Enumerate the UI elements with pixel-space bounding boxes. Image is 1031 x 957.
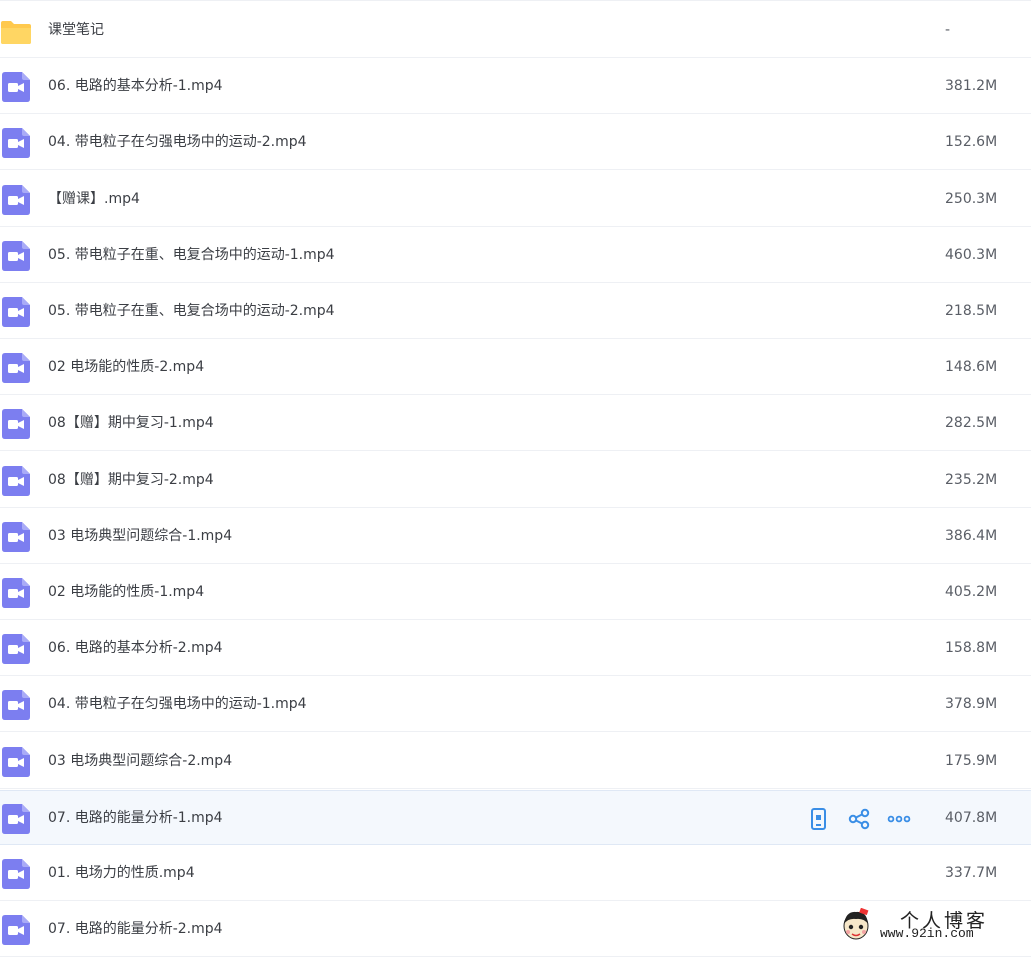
file-row[interactable]: 06. 电路的基本分析-2.mp4 158.8M <box>0 621 1031 677</box>
file-row[interactable]: 03 电场典型问题综合-2.mp4 175.9M <box>0 734 1031 789</box>
file-size: 282.5M <box>945 415 998 432</box>
video-file-icon <box>2 128 30 159</box>
video-file-icon <box>2 409 30 440</box>
file-name[interactable]: 课堂笔记 <box>48 3 104 58</box>
file-name[interactable]: 05. 带电粒子在重、电复合场中的运动-1.mp4 <box>48 228 335 283</box>
video-file-icon <box>2 297 30 327</box>
file-name[interactable]: 04. 带电粒子在匀强电场中的运动-1.mp4 <box>48 677 307 732</box>
file-size: 337.7M <box>945 865 998 881</box>
file-name[interactable]: 05. 带电粒子在重、电复合场中的运动-2.mp4 <box>48 284 335 339</box>
file-row[interactable]: 01. 电场力的性质.mp4 337.7M <box>0 846 1031 901</box>
video-file-icon <box>2 690 30 721</box>
file-size: 386.4M <box>945 527 998 544</box>
file-name[interactable]: 02 电场能的性质-1.mp4 <box>48 565 204 620</box>
share-icon[interactable] <box>846 806 872 832</box>
video-file-icon <box>2 915 30 946</box>
file-name[interactable]: 08【赠】期中复习-1.mp4 <box>48 396 214 451</box>
file-row[interactable]: 02 电场能的性质-1.mp4 405.2M <box>0 565 1031 620</box>
file-size: 381.2M <box>945 78 998 95</box>
video-file-icon <box>2 465 30 496</box>
video-file-icon <box>2 578 30 608</box>
file-name[interactable]: 07. 电路的能量分析-2.mp4 <box>48 902 223 957</box>
file-name[interactable]: 02 电场能的性质-2.mp4 <box>48 340 204 395</box>
video-file-icon <box>2 184 30 215</box>
video-file-icon <box>2 803 30 834</box>
file-row[interactable]: 02 电场能的性质-2.mp4 148.6M <box>0 340 1031 396</box>
file-row[interactable]: 【赠课】.mp4 250.3M <box>0 172 1031 227</box>
file-size: 235.2M <box>945 471 998 488</box>
file-row[interactable]: 04. 带电粒子在匀强电场中的运动-1.mp4 378.9M <box>0 677 1031 733</box>
file-name[interactable]: 08【赠】期中复习-2.mp4 <box>48 453 214 508</box>
video-file-icon <box>2 521 30 552</box>
file-name[interactable]: 01. 电场力的性质.mp4 <box>48 846 195 901</box>
folder-row[interactable]: 课堂笔记 - <box>0 3 1031 58</box>
file-size: 152.6M <box>945 134 998 151</box>
file-name[interactable]: 03 电场典型问题综合-2.mp4 <box>48 734 232 789</box>
file-size: 175.9M <box>945 752 998 769</box>
folder-icon <box>1 16 31 46</box>
video-file-icon <box>2 859 30 889</box>
video-file-icon <box>2 353 30 384</box>
file-name[interactable]: 06. 电路的基本分析-1.mp4 <box>48 59 223 114</box>
file-size: 460.3M <box>945 246 998 263</box>
file-row[interactable]: 07. 电路的能量分析-1.mp4 407.8M <box>0 789 1031 846</box>
file-size: 148.6M <box>945 359 998 376</box>
file-size: 407.8M <box>945 809 998 826</box>
file-name[interactable]: 03 电场典型问题综合-1.mp4 <box>48 509 232 564</box>
watermark-url: www.92in.com <box>880 926 974 941</box>
file-size: 378.9M <box>945 696 998 713</box>
file-row[interactable]: 08【赠】期中复习-1.mp4 282.5M <box>0 396 1031 452</box>
file-size: 250.3M <box>945 190 998 207</box>
file-row[interactable]: 06. 电路的基本分析-1.mp4 381.2M <box>0 59 1031 115</box>
file-row[interactable]: 08【赠】期中复习-2.mp4 235.2M <box>0 453 1031 508</box>
file-list: 课堂笔记 - 06. 电路的基本分析-1.mp4 381.2M 04. 带电粒子在匀强电… <box>0 0 1031 957</box>
more-icon[interactable] <box>886 806 912 832</box>
phone-icon[interactable] <box>806 806 832 832</box>
file-row[interactable]: 04. 带电粒子在匀强电场中的运动-2.mp4 152.6M <box>0 115 1031 171</box>
file-size: 405.2M <box>945 584 998 600</box>
video-file-icon <box>2 634 30 665</box>
file-name[interactable]: 06. 电路的基本分析-2.mp4 <box>48 621 223 676</box>
file-size: - <box>945 22 951 38</box>
watermark: 个人博客 www.92in.com <box>838 906 1028 944</box>
watermark-avatar-icon <box>843 908 869 940</box>
video-file-icon <box>2 240 30 271</box>
file-row[interactable]: 05. 带电粒子在重、电复合场中的运动-1.mp4 460.3M <box>0 228 1031 283</box>
file-size: 158.8M <box>945 640 998 657</box>
file-name[interactable]: 07. 电路的能量分析-1.mp4 <box>48 791 223 846</box>
file-name[interactable]: 04. 带电粒子在匀强电场中的运动-2.mp4 <box>48 115 307 170</box>
file-row[interactable]: 05. 带电粒子在重、电复合场中的运动-2.mp4 218.5M <box>0 284 1031 339</box>
file-name[interactable]: 【赠课】.mp4 <box>48 172 140 227</box>
video-file-icon <box>2 72 30 103</box>
video-file-icon <box>2 746 30 777</box>
file-row[interactable]: 03 电场典型问题综合-1.mp4 386.4M <box>0 509 1031 564</box>
file-size: 218.5M <box>945 303 998 319</box>
